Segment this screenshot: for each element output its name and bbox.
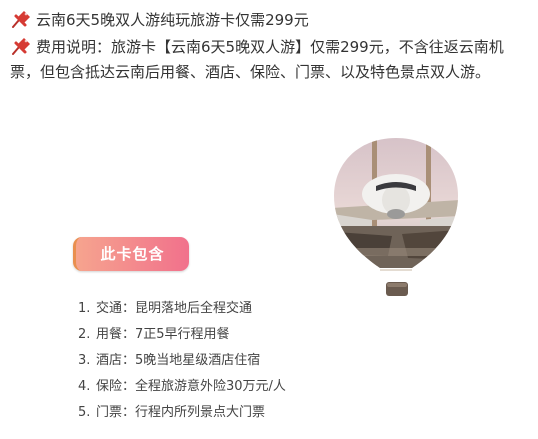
item-number: 3.: [78, 353, 91, 368]
intro-section: 云南6天5晚双人游纯玩旅游卡仅需299元 费用说明：旅游卡【云南6天5晚双人游】…: [10, 8, 532, 87]
item-number: 1.: [78, 301, 91, 316]
list-item: 5. 门票：行程内所列景点大门票: [78, 400, 286, 426]
pushpin-icon: [12, 11, 30, 28]
list-item: 1. 交通：昆明落地后全程交通: [78, 296, 286, 322]
intro-line-1: 云南6天5晚双人游纯玩旅游卡仅需299元: [10, 8, 532, 33]
item-text: 用餐：7正5早行程用餐: [96, 327, 230, 342]
item-number: 2.: [78, 327, 91, 342]
list-item: 2. 用餐：7正5早行程用餐: [78, 322, 286, 348]
item-text: 保险：全程旅游意外险30万元/人: [96, 379, 286, 394]
badge-label: 此卡包含: [100, 245, 165, 263]
item-number: 4.: [78, 379, 91, 394]
includes-list: 1. 交通：昆明落地后全程交通 2. 用餐：7正5早行程用餐 3. 酒店：5晚当地星级…: [78, 296, 286, 426]
item-text: 酒店：5晚当地星级酒店住宿: [96, 353, 261, 368]
intro-title: 云南6天5晚双人游纯玩旅游卡仅需299元: [36, 11, 309, 29]
item-number: 5.: [78, 405, 91, 420]
intro-line-2: 费用说明：旅游卡【云南6天5晚双人游】仅需299元，不含往返云南机票，但包含抵达…: [10, 35, 532, 85]
airplane-balloon-image: [334, 138, 458, 296]
list-item: 4. 保险：全程旅游意外险30万元/人: [78, 374, 286, 400]
card-includes-badge: 此卡包含: [73, 237, 189, 271]
fee-description: 费用说明：旅游卡【云南6天5晚双人游】仅需299元，不含往返云南机票，但包含抵达…: [10, 38, 504, 81]
list-item: 3. 酒店：5晚当地星级酒店住宿: [78, 348, 286, 374]
item-text: 交通：昆明落地后全程交通: [96, 301, 253, 316]
pushpin-icon: [12, 38, 30, 55]
item-text: 门票：行程内所列景点大门票: [96, 405, 266, 420]
